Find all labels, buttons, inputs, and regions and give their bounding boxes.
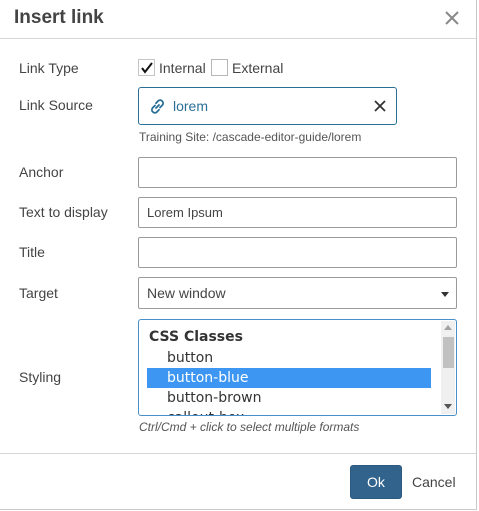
external-label: External bbox=[232, 59, 284, 76]
cancel-button[interactable]: Cancel bbox=[412, 465, 456, 499]
external-checkbox[interactable] bbox=[211, 59, 228, 76]
ok-button[interactable]: Ok bbox=[350, 465, 402, 499]
listbox-scrollbar[interactable] bbox=[441, 321, 455, 414]
link-source-field[interactable]: lorem bbox=[138, 87, 397, 125]
insert-link-dialog: Insert link Link Type Internal External … bbox=[0, 0, 477, 510]
text-to-display-input[interactable] bbox=[138, 197, 457, 228]
footer-divider bbox=[0, 453, 476, 454]
target-value: New window bbox=[147, 285, 226, 301]
internal-option[interactable]: Internal bbox=[138, 59, 206, 76]
link-source-value: lorem bbox=[173, 98, 209, 114]
style-option-button[interactable]: button bbox=[147, 348, 431, 368]
link-source-label: Link Source bbox=[19, 97, 93, 113]
scroll-down-icon[interactable] bbox=[444, 404, 452, 409]
target-label: Target bbox=[19, 285, 58, 301]
title-label: Title bbox=[19, 244, 45, 260]
anchor-label: Anchor bbox=[19, 164, 64, 180]
title-input[interactable] bbox=[138, 237, 457, 268]
scroll-thumb[interactable] bbox=[443, 337, 454, 368]
link-icon bbox=[148, 97, 167, 121]
dialog-header: Insert link bbox=[0, 0, 476, 39]
close-icon[interactable] bbox=[442, 7, 462, 29]
dialog-title: Insert link bbox=[14, 7, 104, 28]
link-type-label: Link Type bbox=[19, 60, 79, 76]
css-classes-group: CSS Classes bbox=[149, 329, 243, 345]
external-option[interactable]: External bbox=[211, 59, 283, 76]
internal-checkbox[interactable] bbox=[138, 59, 155, 76]
clear-link-icon[interactable] bbox=[372, 96, 388, 116]
style-option-button-brown[interactable]: button-brown bbox=[147, 388, 431, 408]
scroll-up-icon[interactable] bbox=[444, 325, 452, 330]
styling-label: Styling bbox=[19, 369, 62, 385]
close-icon-glyph bbox=[445, 11, 459, 25]
link-source-path: Training Site: /cascade-editor-guide/lor… bbox=[139, 130, 362, 144]
target-select[interactable]: New window bbox=[138, 277, 457, 309]
style-option-callout-box[interactable]: callout-box bbox=[147, 408, 431, 415]
anchor-input[interactable] bbox=[138, 157, 457, 188]
style-option-button-blue[interactable]: button-blue bbox=[147, 368, 431, 388]
chevron-down-icon bbox=[441, 292, 449, 297]
checkmark-icon bbox=[141, 62, 153, 74]
text-to-display-label: Text to display bbox=[19, 204, 108, 220]
styling-listbox[interactable]: CSS Classes button button-blue button-br… bbox=[138, 319, 457, 416]
styling-hint: Ctrl/Cmd + click to select multiple form… bbox=[139, 420, 360, 434]
internal-label: Internal bbox=[159, 59, 206, 76]
